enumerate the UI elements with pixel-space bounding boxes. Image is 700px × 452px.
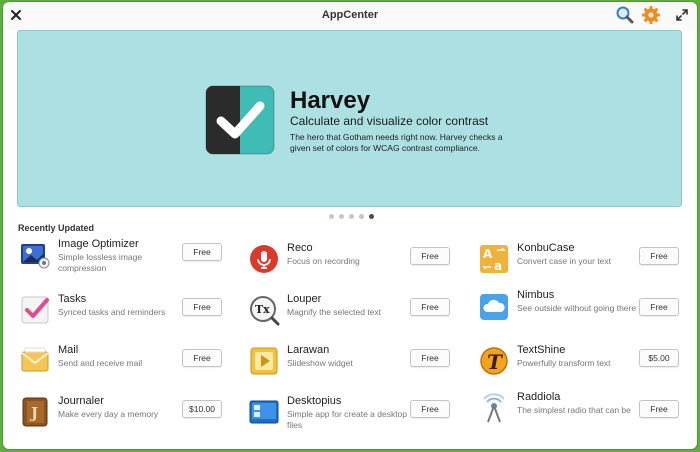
- get-button[interactable]: Free: [410, 298, 450, 316]
- featured-app-tagline: Calculate and visualize color contrast: [290, 114, 489, 128]
- featured-app-name: Harvey: [290, 87, 371, 114]
- text-case-icon: A a: [480, 245, 508, 273]
- get-button[interactable]: Free: [182, 349, 222, 367]
- harvey-app-icon: [205, 85, 275, 155]
- get-button[interactable]: Free: [639, 298, 679, 316]
- pagination-dot-1[interactable]: [329, 214, 334, 219]
- app-name: Reco: [287, 242, 313, 254]
- app-name: TextShine: [517, 344, 566, 356]
- app-description: Send and receive mail: [58, 358, 143, 368]
- app-description: The simplest radio that can be: [517, 405, 631, 415]
- app-tile-journaler[interactable]: J Journaler Make every day a memory $10.…: [19, 395, 239, 435]
- svg-text:a: a: [494, 259, 502, 273]
- app-name: Larawan: [287, 344, 330, 356]
- app-name: Tasks: [58, 293, 87, 305]
- app-description: Magnify the selected text: [287, 307, 382, 317]
- app-name: Nimbus: [517, 289, 555, 301]
- pagination-dot-4[interactable]: [359, 214, 364, 219]
- get-button[interactable]: Free: [410, 400, 450, 418]
- get-button[interactable]: Free: [182, 243, 222, 261]
- desktop-file-icon: [249, 400, 279, 424]
- appcenter-window: AppCenter Harvey Calculate and visualize…: [3, 2, 697, 449]
- app-tile-mail[interactable]: Mail Send and receive mail Free: [19, 344, 239, 384]
- text-shine-icon: T: [480, 347, 508, 375]
- app-description: See outside without going there: [517, 303, 637, 313]
- cloud-icon: [480, 294, 508, 320]
- checkmark-icon: [21, 296, 49, 324]
- banner-pagination: [325, 213, 385, 221]
- app-description: Focus on recording: [287, 256, 360, 266]
- app-name: Mail: [58, 344, 79, 356]
- app-description: Synced tasks and reminders: [58, 307, 166, 317]
- app-name: Desktopius: [287, 395, 342, 407]
- app-name: Journaler: [58, 395, 104, 407]
- app-tile-larawan[interactable]: Larawan Slideshow widget Free: [248, 344, 468, 384]
- window-title: AppCenter: [321, 9, 379, 21]
- gear-icon: [642, 6, 660, 24]
- app-tile-image-optimizer[interactable]: Image Optimizer Simple lossless image co…: [19, 238, 239, 278]
- titlebar: AppCenter: [3, 2, 697, 30]
- app-description: Slideshow widget: [287, 358, 353, 368]
- app-description: Simple app for create a desktop files: [287, 409, 408, 430]
- svg-text:A: A: [483, 247, 493, 261]
- svg-text:Tx: Tx: [255, 303, 270, 316]
- get-button[interactable]: Free: [410, 349, 450, 367]
- app-tile-desktopius[interactable]: Desktopius Simple app for create a deskt…: [248, 395, 468, 435]
- maximize-icon: [676, 9, 688, 21]
- pagination-dot-2[interactable]: [339, 214, 344, 219]
- settings-button[interactable]: [641, 5, 661, 25]
- app-tile-textshine[interactable]: T TextShine Powerfully transform text $5…: [478, 344, 697, 384]
- featured-app-description: The hero that Gotham needs right now. Ha…: [290, 132, 503, 153]
- app-description: Powerfully transform text: [517, 358, 611, 368]
- pagination-dot-3[interactable]: [349, 214, 354, 219]
- app-description: Simple lossless image compression: [58, 252, 143, 273]
- app-name: Image Optimizer: [58, 238, 139, 250]
- app-name: KonbuCase: [517, 242, 575, 254]
- search-icon: [616, 6, 634, 24]
- search-button[interactable]: [615, 5, 635, 25]
- svg-text:T: T: [487, 350, 504, 374]
- magnifier-icon: Tx: [250, 296, 280, 326]
- app-tile-louper[interactable]: Tx Louper Magnify the selected text Free: [248, 293, 468, 333]
- app-tile-konbucase[interactable]: A a KonbuCase Convert case in your text …: [478, 242, 697, 282]
- app-name: Louper: [287, 293, 322, 305]
- journal-icon: J: [22, 397, 48, 427]
- app-tile-tasks[interactable]: Tasks Synced tasks and reminders Free: [19, 293, 239, 333]
- pagination-dot-5[interactable]: [369, 214, 374, 219]
- get-button[interactable]: Free: [639, 247, 679, 265]
- get-button[interactable]: Free: [410, 247, 450, 265]
- microphone-icon: [250, 245, 278, 273]
- get-button[interactable]: Free: [639, 400, 679, 418]
- radio-icon: [483, 393, 505, 423]
- envelope-icon: [21, 347, 49, 372]
- app-description: Make every day a memory: [58, 409, 159, 419]
- section-title-recently-updated: Recently Updated: [18, 223, 95, 233]
- app-name: Raddiola: [517, 391, 561, 403]
- play-icon: [250, 347, 278, 375]
- app-tile-reco[interactable]: Reco Focus on recording Free: [248, 242, 468, 282]
- get-button[interactable]: $10.00: [182, 400, 222, 418]
- image-optimizer-icon: [21, 244, 50, 269]
- svg-text:J: J: [29, 404, 38, 422]
- app-tile-nimbus[interactable]: Nimbus See outside without going there F…: [478, 289, 697, 329]
- get-button[interactable]: Free: [182, 298, 222, 316]
- maximize-button[interactable]: [675, 8, 689, 22]
- app-description: Convert case in your text: [517, 256, 612, 266]
- app-tile-raddiola[interactable]: Raddiola The simplest radio that can be …: [478, 391, 697, 431]
- featured-banner[interactable]: Harvey Calculate and visualize color con…: [17, 30, 682, 207]
- get-button[interactable]: $5.00: [639, 349, 679, 367]
